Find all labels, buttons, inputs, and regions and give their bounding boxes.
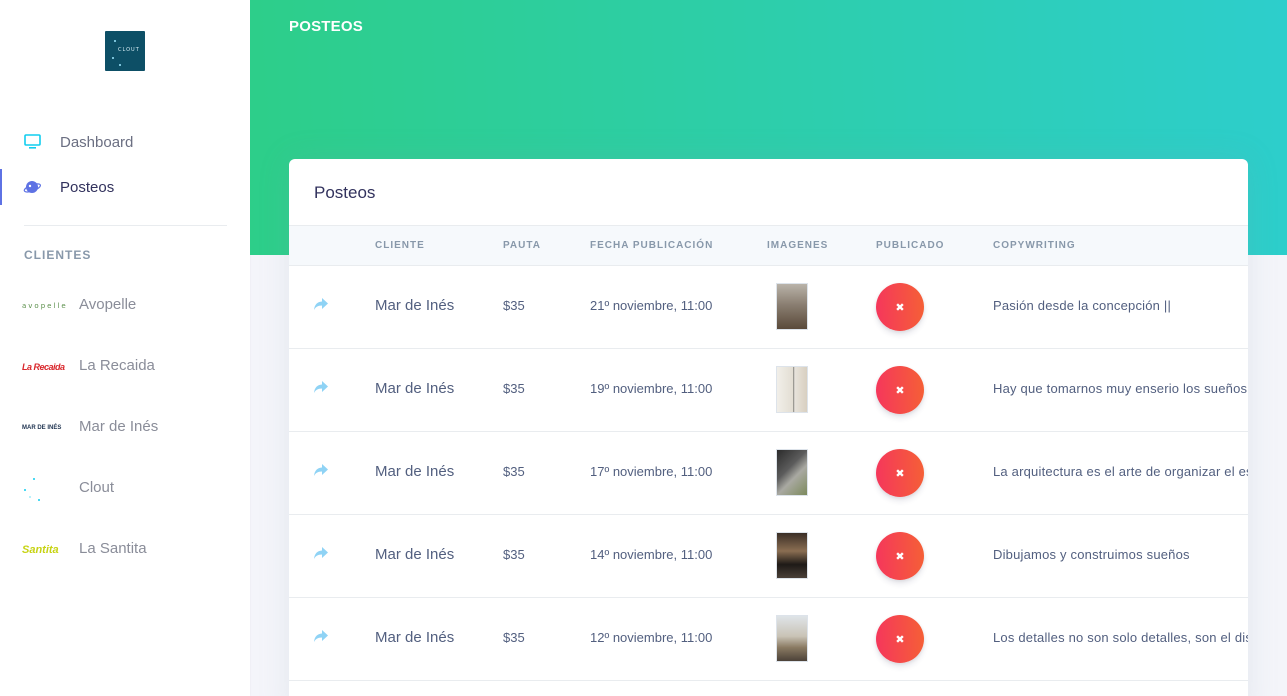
cell-copywriting: Pasión desde la concepción ||	[993, 298, 1172, 313]
column-header-publicado: Publicado	[876, 240, 945, 251]
client-item-mar-de-ines[interactable]: MAR DE INÉS Mar de Inés	[0, 407, 250, 447]
sidebar: CLOUT Dashboard Posteos CLIENTES avopell…	[0, 0, 250, 696]
share-icon[interactable]	[313, 628, 329, 644]
cell-cliente: Mar de Inés	[375, 380, 455, 397]
client-label: Clout	[79, 479, 115, 496]
cell-cliente: Mar de Inés	[375, 546, 455, 563]
cell-cliente: Mar de Inés	[375, 463, 455, 480]
cell-fecha: 17º noviembre, 11:00	[590, 464, 713, 479]
unpublished-status-button[interactable]: ✖	[876, 615, 924, 663]
share-icon[interactable]	[313, 545, 329, 561]
column-header-imagenes: Imagenes	[767, 240, 829, 251]
la-recaida-logo: La Recaida	[22, 362, 65, 372]
column-header-fecha: Fecha publicación	[590, 240, 714, 251]
table-row: Mar de Inés $35 17º noviembre, 11:00 ✖ L…	[289, 432, 1248, 515]
cell-pauta: $35	[503, 630, 525, 645]
share-icon[interactable]	[313, 379, 329, 395]
cell-copywriting: Los detalles no son solo detalles, son e…	[993, 630, 1248, 645]
cell-cliente: Mar de Inés	[375, 297, 455, 314]
column-header-copywriting: Copywriting	[993, 240, 1076, 251]
column-header-pauta: Pauta	[503, 240, 541, 251]
client-label: Mar de Inés	[79, 418, 159, 435]
page-title: POSTEOS	[289, 18, 363, 35]
post-image-thumbnail[interactable]	[776, 366, 808, 413]
cell-fecha: 12º noviembre, 11:00	[590, 630, 713, 645]
post-image-thumbnail[interactable]	[776, 449, 808, 496]
cell-pauta: $35	[503, 464, 525, 479]
sidebar-divider	[24, 225, 227, 226]
cell-pauta: $35	[503, 298, 525, 313]
post-image-thumbnail[interactable]	[776, 532, 808, 579]
unpublished-status-button[interactable]: ✖	[876, 449, 924, 497]
planet-icon	[23, 178, 41, 196]
cell-fecha: 21º noviembre, 11:00	[590, 298, 713, 313]
cell-pauta: $35	[503, 547, 525, 562]
unpublished-status-button[interactable]: ✖	[876, 366, 924, 414]
unpublished-status-button[interactable]: ✖	[876, 283, 924, 331]
avopelle-logo: avopelle	[22, 302, 68, 310]
logo-star-dot	[119, 64, 121, 66]
logo-star-dot	[114, 40, 116, 42]
post-image-thumbnail[interactable]	[776, 615, 808, 662]
nav-label: Posteos	[60, 178, 115, 196]
post-image-thumbnail[interactable]	[776, 283, 808, 330]
cell-copywriting: Dibujamos y construimos sueños	[993, 547, 1190, 562]
cell-copywriting: Hay que tomarnos muy enserio los sueños	[993, 381, 1248, 396]
clout-logo	[22, 478, 66, 501]
posts-card: Posteos Cliente Pauta Fecha publicación …	[289, 159, 1248, 696]
share-icon[interactable]	[313, 296, 329, 312]
mar-de-ines-logo: MAR DE INÉS	[22, 425, 62, 431]
nav-item-dashboard[interactable]: Dashboard	[0, 122, 250, 162]
monitor-icon	[23, 133, 41, 151]
client-label: La Recaida	[79, 357, 155, 374]
la-santita-logo: Santita	[22, 544, 59, 556]
cell-fecha: 14º noviembre, 11:00	[590, 547, 713, 562]
table-row: Mar de Inés $35 14º noviembre, 11:00 ✖ D…	[289, 515, 1248, 598]
cell-fecha: 19º noviembre, 11:00	[590, 381, 713, 396]
client-label: La Santita	[79, 540, 147, 557]
table-header: Cliente Pauta Fecha publicación Imagenes…	[289, 225, 1248, 266]
client-label: Avopelle	[79, 296, 137, 313]
nav-item-posteos[interactable]: Posteos	[0, 167, 250, 207]
cell-cliente: Mar de Inés	[375, 629, 455, 646]
logo-star-dot	[112, 57, 114, 59]
client-item-avopelle[interactable]: avopelle Avopelle	[0, 285, 250, 325]
share-icon[interactable]	[313, 462, 329, 478]
table-row: Mar de Inés $35 19º noviembre, 11:00 ✖ H…	[289, 349, 1248, 432]
client-item-la-santita[interactable]: Santita La Santita	[0, 529, 250, 569]
column-header-cliente: Cliente	[375, 240, 425, 251]
client-item-clout[interactable]: Clout	[0, 468, 250, 508]
client-item-la-recaida[interactable]: La Recaida La Recaida	[0, 346, 250, 386]
nav-label: Dashboard	[60, 133, 134, 151]
clients-section-title: CLIENTES	[24, 248, 92, 262]
brand-logo[interactable]: CLOUT	[105, 31, 145, 71]
cell-pauta: $35	[503, 381, 525, 396]
table-row: Mar de Inés $35 12º noviembre, 11:00 ✖ L…	[289, 598, 1248, 681]
unpublished-status-button[interactable]: ✖	[876, 532, 924, 580]
table-row: Mar de Inés $35 21º noviembre, 11:00 ✖ P…	[289, 266, 1248, 349]
card-title: Posteos	[314, 183, 376, 202]
cell-copywriting: La arquitectura es el arte de organizar …	[993, 464, 1248, 479]
logo-text: CLOUT	[118, 47, 140, 53]
